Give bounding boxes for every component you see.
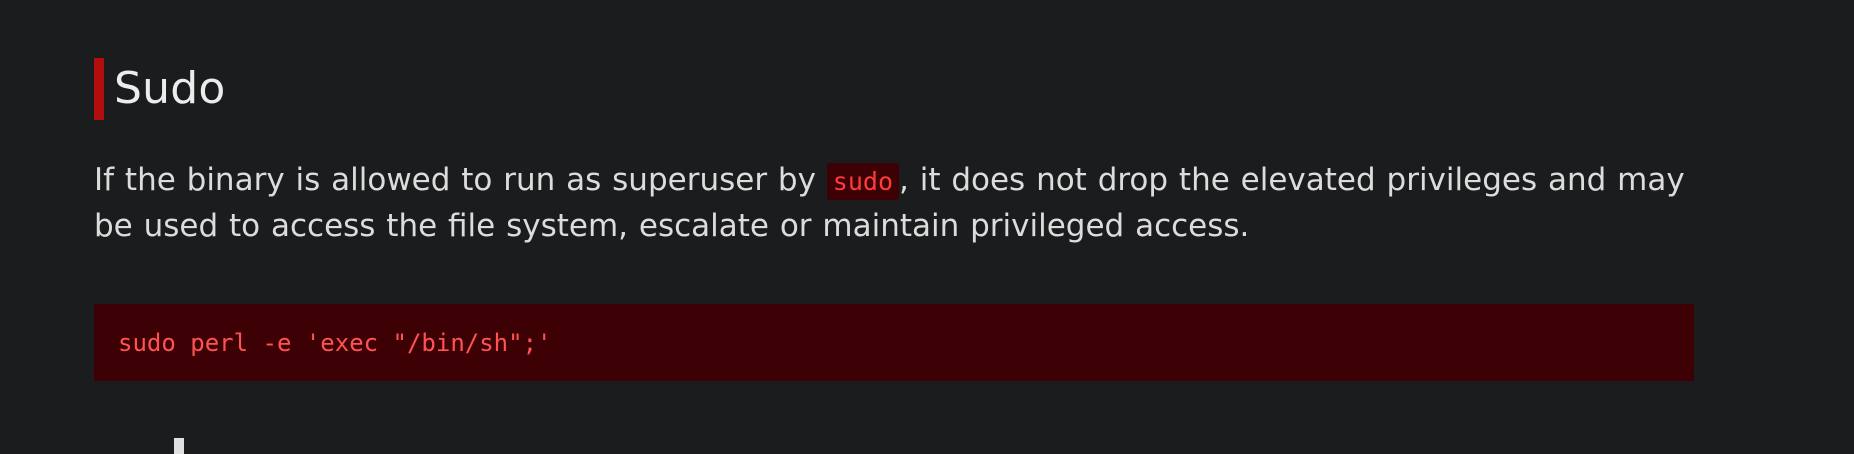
code-block[interactable]: sudo perl -e 'exec "/bin/sh";' bbox=[94, 304, 1694, 381]
heading-accent-bar bbox=[94, 58, 104, 120]
inline-code-sudo: sudo bbox=[826, 163, 900, 200]
description-text-before: If the binary is allowed to run as super… bbox=[94, 162, 827, 198]
code-snippet[interactable]: sudo perl -e 'exec "/bin/sh";' bbox=[118, 329, 551, 357]
page: Sudo If the binary is allowed to run as … bbox=[0, 0, 1854, 454]
section-title: Sudo bbox=[114, 63, 226, 114]
section-description: If the binary is allowed to run as super… bbox=[94, 158, 1714, 249]
next-heading-glyph-fragment bbox=[174, 438, 184, 454]
section-heading: Sudo bbox=[94, 56, 225, 122]
next-section-heading-partial bbox=[94, 438, 184, 454]
